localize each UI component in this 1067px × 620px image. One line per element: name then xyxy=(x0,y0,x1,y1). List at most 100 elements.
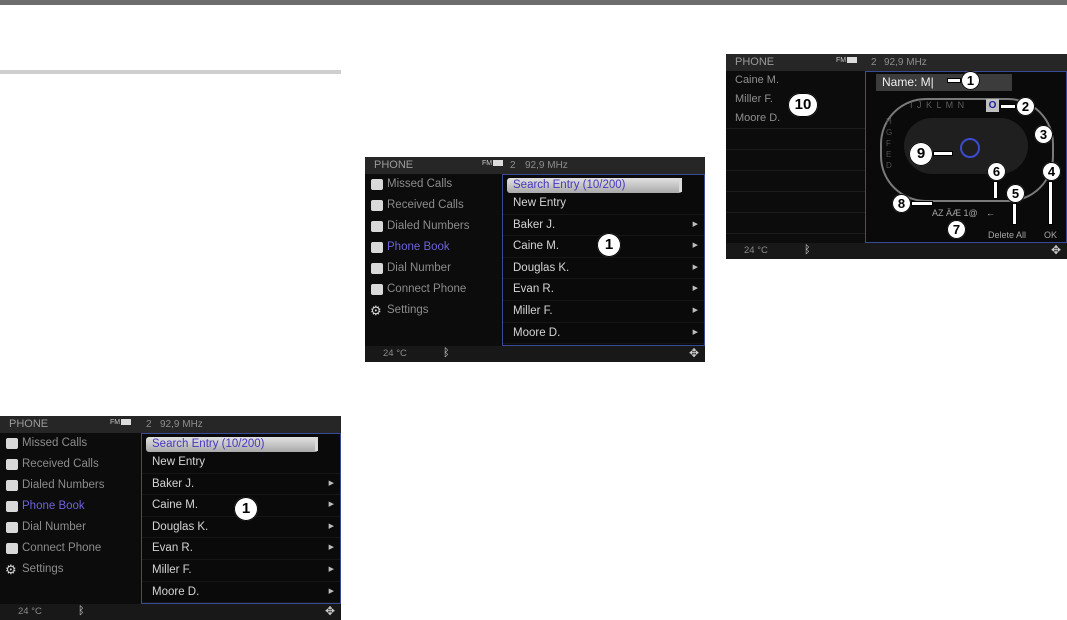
list-item[interactable]: Douglas K. ▶ xyxy=(503,258,704,280)
footer-bar: 24 °C ᛒ ✥ xyxy=(726,243,1067,259)
divider xyxy=(726,128,865,129)
callout-2: 2 xyxy=(1016,97,1035,116)
frequency: 92,9 MHz xyxy=(160,419,203,430)
list-item[interactable]: Evan R. ▶ xyxy=(142,538,340,560)
list-item-new-entry[interactable]: New Entry xyxy=(142,452,340,474)
chevron-right-icon: ▶ xyxy=(692,306,698,314)
menu-item-dial-number[interactable]: Dial Number xyxy=(0,517,141,538)
divider xyxy=(726,212,865,213)
menu-item-received-calls[interactable]: Received Calls xyxy=(0,454,141,475)
divider xyxy=(726,191,865,192)
frequency: 92,9 MHz xyxy=(884,57,927,68)
chevron-right-icon: ▶ xyxy=(692,328,698,336)
controller-knob-icon xyxy=(960,138,980,158)
name-input[interactable]: Name: M| xyxy=(876,74,1012,91)
phone-menu: Missed Calls Received Calls Dialed Numbe… xyxy=(0,433,141,580)
bluetooth-icon: ᛒ xyxy=(804,244,811,256)
channel-number: 2 xyxy=(146,419,152,430)
list-item[interactable]: Moore D. ▶ xyxy=(142,582,340,604)
callout-8: 8 xyxy=(892,194,911,213)
callout-1: 1 xyxy=(961,71,980,90)
connect-phone-icon xyxy=(6,543,18,554)
navigation-icon[interactable]: ✥ xyxy=(689,346,699,360)
chevron-right-icon: ▶ xyxy=(328,587,334,595)
connect-phone-icon xyxy=(371,284,383,295)
input-mode-keys[interactable]: AZ ÄÆ 1@ xyxy=(932,208,978,218)
temperature: 24 °C xyxy=(383,348,407,359)
dial-number-icon xyxy=(6,522,18,533)
callout-7: 7 xyxy=(947,220,966,239)
menu-item-settings[interactable]: ⚙ Settings xyxy=(0,559,141,580)
channel-number: 2 xyxy=(871,57,877,68)
frequency: 92,9 MHz xyxy=(525,160,568,171)
fm-indicator: FM xyxy=(836,57,858,64)
header-bar: PHONE FM 2 92,9 MHz xyxy=(726,54,1067,71)
list-item[interactable]: Baker J. ▶ xyxy=(142,474,340,496)
callout-leader xyxy=(933,151,953,156)
callout-1: 1 xyxy=(597,233,621,257)
chevron-right-icon: ▶ xyxy=(692,285,698,293)
callout-10: 10 xyxy=(788,93,818,117)
chevron-right-icon: ▶ xyxy=(328,501,334,509)
menu-item-dialed-numbers[interactable]: Dialed Numbers xyxy=(365,216,506,237)
chevron-right-icon: ▶ xyxy=(692,220,698,228)
menu-item-dialed-numbers[interactable]: Dialed Numbers xyxy=(0,475,141,496)
search-entry-item[interactable]: Search Entry (10/200) xyxy=(146,437,318,452)
temperature: 24 °C xyxy=(744,245,768,256)
gear-icon: ⚙ xyxy=(5,562,17,577)
character-column[interactable]: H G F E D xyxy=(886,116,894,171)
callout-5: 5 xyxy=(1006,184,1025,203)
missed-calls-icon xyxy=(6,438,18,449)
header-bar: PHONE FM 2 92,9 MHz xyxy=(365,157,705,174)
list-item[interactable]: Miller F. ▶ xyxy=(503,301,704,323)
header-title: PHONE xyxy=(9,418,49,430)
section-rule xyxy=(0,70,341,74)
chevron-right-icon: ▶ xyxy=(692,263,698,271)
fm-indicator: FM xyxy=(482,160,504,167)
callout-leader xyxy=(947,78,961,83)
menu-item-missed-calls[interactable]: Missed Calls xyxy=(365,174,506,195)
header-title: PHONE xyxy=(735,56,775,68)
menu-item-phone-book[interactable]: Phone Book xyxy=(365,237,506,258)
header-bar: PHONE FM 2 92,9 MHz xyxy=(0,416,341,433)
header-title: PHONE xyxy=(374,159,414,171)
callout-3: 3 xyxy=(1034,125,1053,144)
dialed-numbers-icon xyxy=(371,221,383,232)
fm-indicator: FM xyxy=(110,419,132,426)
bluetooth-icon: ᛒ xyxy=(443,347,450,359)
character-row[interactable]: I J K L M N xyxy=(910,100,965,110)
divider xyxy=(726,233,865,234)
list-item-new-entry[interactable]: New Entry xyxy=(503,193,704,215)
scrollbar[interactable] xyxy=(679,178,682,192)
ok-button[interactable]: OK xyxy=(1044,230,1057,240)
callout-leader xyxy=(1012,203,1017,225)
received-calls-icon xyxy=(6,459,18,470)
scrollbar[interactable] xyxy=(315,437,318,451)
divider xyxy=(726,170,865,171)
menu-item-connect-phone[interactable]: Connect Phone xyxy=(0,538,141,559)
menu-item-phone-book[interactable]: Phone Book xyxy=(0,496,141,517)
list-item[interactable]: Miller F. ▶ xyxy=(142,560,340,582)
search-entry-item[interactable]: Search Entry (10/200) xyxy=(507,178,682,193)
menu-item-settings[interactable]: ⚙ Settings xyxy=(365,300,506,321)
navigation-icon[interactable]: ✥ xyxy=(1051,243,1061,257)
menu-item-missed-calls[interactable]: Missed Calls xyxy=(0,433,141,454)
menu-item-connect-phone[interactable]: Connect Phone xyxy=(365,279,506,300)
temperature: 24 °C xyxy=(18,606,42,617)
list-item[interactable]: Evan R. ▶ xyxy=(503,279,704,301)
backspace-arrow-icon[interactable]: ← xyxy=(986,208,995,218)
callout-4: 4 xyxy=(1042,162,1061,181)
dial-number-icon xyxy=(371,263,383,274)
top-rule xyxy=(0,0,1067,5)
gear-icon: ⚙ xyxy=(370,303,382,318)
list-item[interactable]: Caine M. xyxy=(726,71,865,90)
list-item[interactable]: Moore D. ▶ xyxy=(503,323,704,345)
missed-calls-icon xyxy=(371,179,383,190)
phone-book-list: Search Entry (10/200) New Entry Baker J.… xyxy=(502,174,705,346)
chevron-right-icon: ▶ xyxy=(692,242,698,250)
menu-item-dial-number[interactable]: Dial Number xyxy=(365,258,506,279)
menu-item-received-calls[interactable]: Received Calls xyxy=(365,195,506,216)
delete-all-button[interactable]: Delete All xyxy=(988,230,1026,240)
navigation-icon[interactable]: ✥ xyxy=(325,604,335,618)
selected-character[interactable]: O xyxy=(986,99,999,112)
